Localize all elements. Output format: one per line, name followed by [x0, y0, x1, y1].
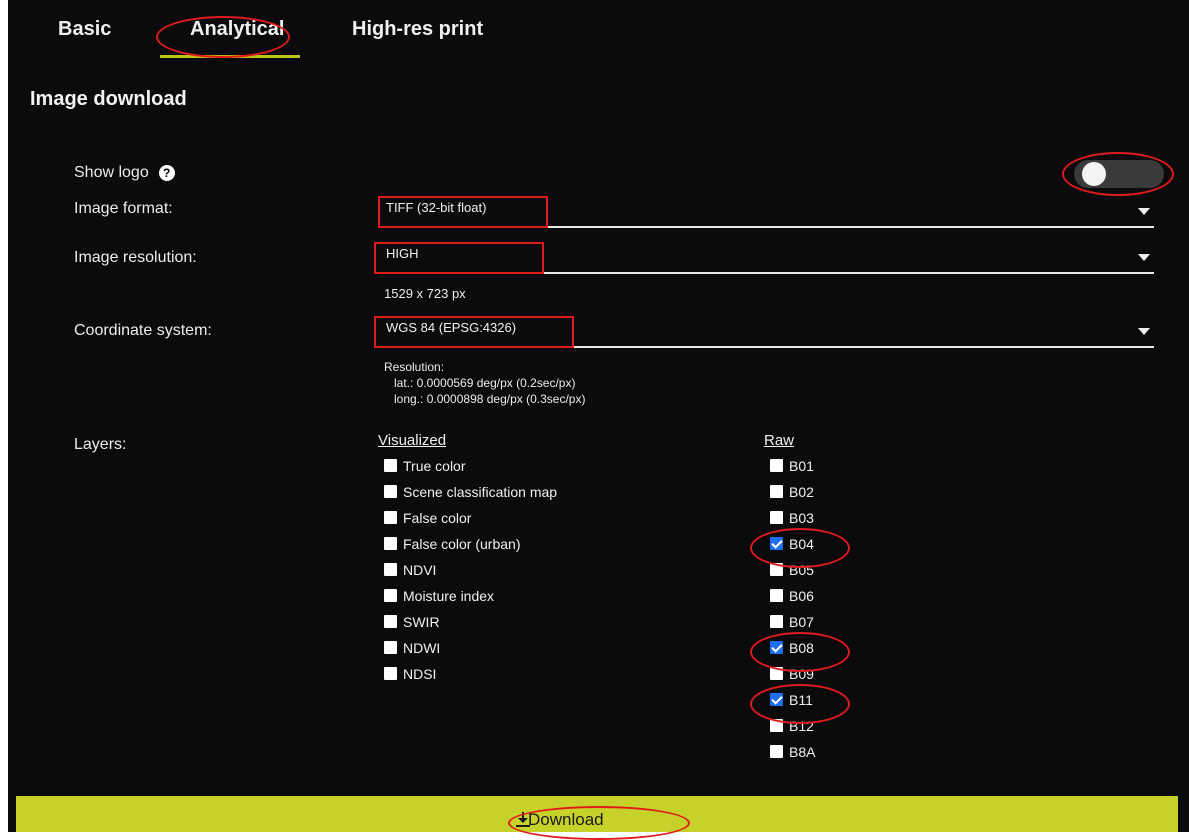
layer-b07[interactable]: B07 [770, 614, 814, 634]
image-size-text: 1529 x 723 px [384, 286, 466, 301]
checkbox[interactable] [770, 745, 783, 758]
layer-b06[interactable]: B06 [770, 588, 814, 608]
layer-ndvi[interactable]: NDVI [384, 562, 436, 582]
checkbox[interactable] [384, 615, 397, 628]
image-resolution-label: Image resolution: [74, 249, 197, 266]
tab-analytical[interactable]: Analytical [190, 18, 284, 41]
layer-b05[interactable]: B05 [770, 562, 814, 582]
image-format-select[interactable]: TIFF (32-bit float) [378, 196, 1154, 228]
layer-b02[interactable]: B02 [770, 484, 814, 504]
tab-high-res-print[interactable]: High-res print [352, 18, 483, 41]
layer-true-color[interactable]: True color [384, 458, 466, 478]
layer-label: NDSI [403, 666, 437, 682]
checkbox[interactable] [384, 563, 397, 576]
checkbox[interactable] [770, 537, 783, 550]
question-circle-icon[interactable]: ? [158, 164, 175, 181]
layer-label: B06 [789, 588, 814, 604]
layer-b01[interactable]: B01 [770, 458, 814, 478]
checkbox[interactable] [770, 511, 783, 524]
visualized-header: Visualized [378, 432, 447, 449]
coordinate-system-value: WGS 84 (EPSG:4326) [386, 320, 517, 335]
layer-label: False color [403, 510, 472, 526]
layer-ndsi[interactable]: NDSI [384, 666, 436, 686]
layer-b11[interactable]: B11 [770, 692, 813, 712]
layer-label: B09 [789, 666, 814, 682]
checkbox[interactable] [770, 485, 783, 498]
layer-moisture-index[interactable]: Moisture index [384, 588, 494, 608]
checkbox[interactable] [770, 589, 783, 602]
layer-b08[interactable]: B08 [770, 640, 814, 660]
checkbox[interactable] [770, 563, 783, 576]
layer-label: B02 [789, 484, 814, 500]
layer-label: B03 [789, 510, 814, 526]
image-format-label: Image format: [74, 200, 173, 217]
checkbox[interactable] [384, 537, 397, 550]
download-label: Download [528, 810, 604, 829]
layer-b03[interactable]: B03 [770, 510, 814, 530]
layer-label: NDVI [403, 562, 437, 578]
layer-label: B05 [789, 562, 814, 578]
layer-label: SWIR [403, 614, 440, 630]
layer-b12[interactable]: B12 [770, 718, 814, 738]
resolution-long: long.: 0.0000898 deg/px (0.3sec/px) [394, 392, 586, 406]
checkbox[interactable] [770, 667, 783, 680]
show-logo-row: Show logo? [74, 164, 175, 182]
active-tab-underline [160, 55, 300, 58]
chevron-down-icon [1138, 328, 1150, 335]
raw-header: Raw [764, 432, 795, 449]
layer-scene-classification-map[interactable]: Scene classification map [384, 484, 557, 504]
checkbox[interactable] [770, 693, 783, 706]
layer-b04[interactable]: B04 [770, 536, 814, 556]
resolution-lat: lat.: 0.0000569 deg/px (0.2sec/px) [394, 376, 576, 390]
layer-label: False color (urban) [403, 536, 521, 552]
section-title: Image download [30, 88, 187, 110]
image-resolution-value: HIGH [386, 246, 419, 261]
layer-swir[interactable]: SWIR [384, 614, 440, 634]
checkbox[interactable] [770, 719, 783, 732]
checkbox[interactable] [384, 511, 397, 524]
layers-label: Layers: [74, 436, 127, 453]
coordinate-system-label: Coordinate system: [74, 322, 212, 339]
layer-label: B8A [789, 744, 816, 760]
checkbox[interactable] [384, 641, 397, 654]
tab-basic[interactable]: Basic [58, 18, 111, 41]
layer-label: Moisture index [403, 588, 495, 604]
checkbox[interactable] [770, 641, 783, 654]
toggle-knob [1082, 162, 1106, 186]
layer-label: Scene classification map [403, 484, 558, 500]
image-format-value: TIFF (32-bit float) [386, 200, 487, 215]
layer-label: NDWI [403, 640, 441, 656]
chevron-down-icon [1138, 254, 1150, 261]
layer-label: B12 [789, 718, 814, 734]
checkbox[interactable] [384, 485, 397, 498]
layer-false-color[interactable]: False color [384, 510, 471, 530]
download-button[interactable]: Download [16, 796, 1178, 832]
layer-ndwi[interactable]: NDWI [384, 640, 440, 660]
analytical-panel: Basic Analytical High-res print Image do… [8, 0, 1189, 840]
checkbox[interactable] [384, 459, 397, 472]
show-logo-label: Show logo [74, 164, 149, 181]
layer-label: B07 [789, 614, 814, 630]
layer-b8a[interactable]: B8A [770, 744, 815, 764]
layer-label: B11 [789, 692, 813, 708]
coordinate-system-select[interactable]: WGS 84 (EPSG:4326) [378, 316, 1154, 348]
resolution-title: Resolution: [384, 360, 445, 374]
checkbox[interactable] [384, 589, 397, 602]
layer-label: B04 [789, 536, 814, 552]
layer-label: B08 [789, 640, 814, 656]
layer-label: True color [403, 458, 466, 474]
layer-b09[interactable]: B09 [770, 666, 814, 686]
show-logo-toggle[interactable] [1074, 160, 1164, 188]
layer-label: B01 [789, 458, 814, 474]
image-resolution-select[interactable]: HIGH [378, 242, 1154, 274]
checkbox[interactable] [384, 667, 397, 680]
chevron-down-icon [1138, 208, 1150, 215]
checkbox[interactable] [770, 459, 783, 472]
layer-false-color-urban[interactable]: False color (urban) [384, 536, 521, 556]
checkbox[interactable] [770, 615, 783, 628]
